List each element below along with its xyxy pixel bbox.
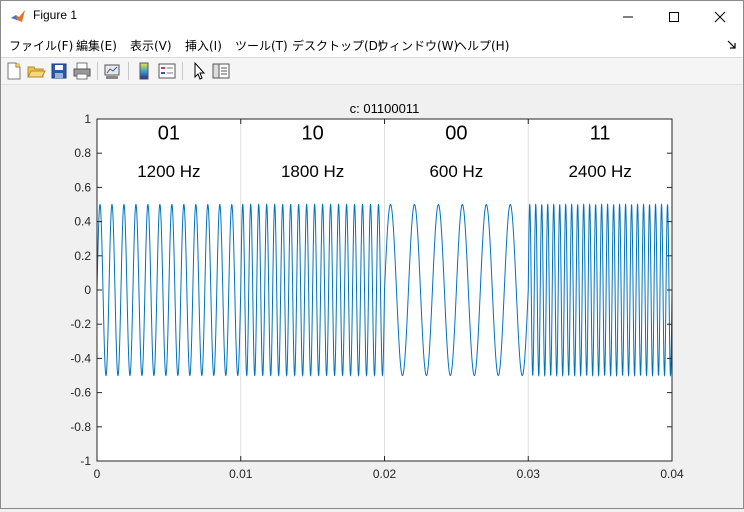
figure-canvas: 01 1200 Hz 10 1800 Hz 00 600 Hz 11 2400 Hz 0 0.0… <box>1 85 743 508</box>
segment-bits-label: 00 <box>445 123 467 145</box>
toolbar <box>1 58 743 85</box>
plot-svg: 011200 Hz101800 Hz00600 Hz112400 Hz 0 0.0… <box>70 101 684 481</box>
title-bar: Figure 1 <box>1 1 743 32</box>
segment-frequency-label: 600 Hz <box>429 162 483 181</box>
y-tick-label: -0.2 <box>70 317 91 331</box>
matlab-logo-icon <box>11 10 25 22</box>
x-tick-label: 0 <box>94 467 101 481</box>
segment-bits-label: 10 <box>302 123 324 145</box>
y-tick-label: -0.6 <box>70 386 91 400</box>
maximize-icon <box>669 11 679 22</box>
menu-insert[interactable]: 挿入(I) <box>185 37 222 54</box>
link-plot-icon[interactable] <box>102 61 122 81</box>
menu-view[interactable]: 表示(V) <box>130 37 172 54</box>
new-figure-icon[interactable] <box>4 61 24 81</box>
x-tick-label: 0.01 <box>229 467 253 481</box>
y-tick-label: 0.6 <box>74 180 91 194</box>
print-icon[interactable] <box>72 61 92 81</box>
menu-tools[interactable]: ツール(T) <box>235 37 288 54</box>
toolbar-separator <box>182 62 183 80</box>
y-tick-label: 0.4 <box>74 215 91 229</box>
menu-desktop[interactable]: デスクトップ(D) <box>292 37 383 54</box>
close-button[interactable] <box>697 1 743 32</box>
x-tick-label: 0.02 <box>373 467 397 481</box>
minimize-icon <box>623 16 633 17</box>
x-tick-label: 0.04 <box>660 467 684 481</box>
toolbar-separator <box>97 62 98 80</box>
y-tick-label: 0.8 <box>74 146 91 160</box>
y-tick-label: 1 <box>84 112 91 126</box>
segment-frequency-label: 1200 Hz <box>137 162 200 181</box>
segment-frequency-label: 2400 Hz <box>568 162 631 181</box>
close-icon <box>714 11 726 22</box>
toolbar-separator <box>128 62 129 80</box>
window-title: Figure 1 <box>33 8 78 22</box>
figure-window: Figure 1 ファイル(F) 編集(E) 表示(V) 挿入(I) ツール(T… <box>0 0 744 509</box>
x-tick-label: 0.03 <box>517 467 541 481</box>
y-tick-label: 0 <box>84 283 91 297</box>
open-file-icon[interactable] <box>26 61 46 81</box>
menu-window[interactable]: ウィンドウ(W) <box>377 37 458 54</box>
maximize-button[interactable] <box>651 1 697 32</box>
save-icon[interactable] <box>49 61 69 81</box>
minimize-button[interactable] <box>605 1 651 32</box>
segment-bits-label: 01 <box>158 123 180 145</box>
property-inspector-icon[interactable] <box>211 61 231 81</box>
y-tick-label: -0.8 <box>70 420 91 434</box>
chart-title: c: 01100011 <box>350 101 420 116</box>
menu-bar: ファイル(F) 編集(E) 表示(V) 挿入(I) ツール(T) デスクトップ(… <box>1 32 743 58</box>
menu-help[interactable]: ヘルプ(H) <box>455 37 509 54</box>
y-tick-label: -1 <box>80 454 91 468</box>
segment-bits-label: 11 <box>590 123 611 145</box>
legend-icon[interactable] <box>157 61 177 81</box>
menu-edit[interactable]: 編集(E) <box>76 37 117 54</box>
pointer-icon[interactable] <box>189 61 209 81</box>
colorbar-icon[interactable] <box>134 61 154 81</box>
y-tick-label: 0.2 <box>74 249 91 263</box>
dock-arrow-icon[interactable] <box>727 40 737 50</box>
y-tick-label: -0.4 <box>70 351 91 365</box>
menu-file[interactable]: ファイル(F) <box>9 37 73 54</box>
segment-frequency-label: 1800 Hz <box>281 162 344 181</box>
